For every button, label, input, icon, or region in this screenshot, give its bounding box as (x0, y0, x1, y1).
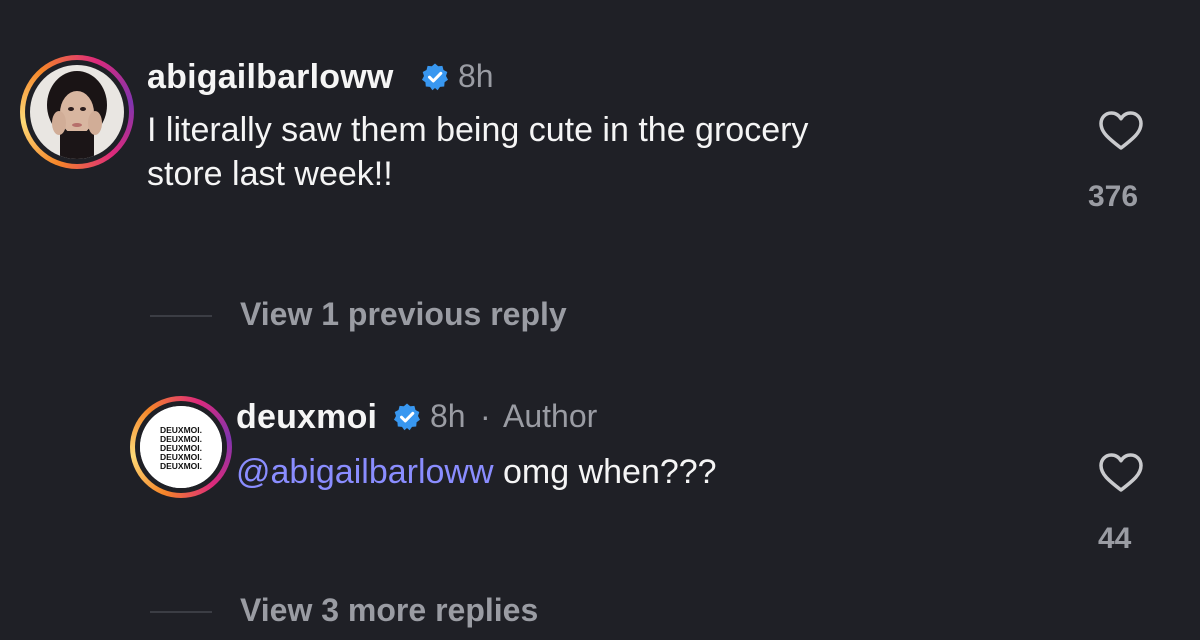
view-previous-reply-link[interactable]: View 1 previous reply (240, 296, 567, 333)
heart-outline-icon[interactable] (1098, 110, 1144, 152)
like-count: 44 (1098, 522, 1132, 555)
verified-badge-icon (394, 403, 420, 431)
reply-divider (150, 611, 212, 613)
avatar-deuxmoi[interactable]: DEUXMOI. DEUXMOI. DEUXMOI. DEUXMOI. DEUX… (130, 396, 232, 498)
comment-username[interactable]: deuxmoi (236, 398, 377, 437)
meta-separator: · (480, 398, 491, 434)
reply-divider (150, 315, 212, 317)
comment-username[interactable]: abigailbarloww (147, 58, 394, 97)
avatar-photo (30, 65, 124, 159)
view-more-replies-link[interactable]: View 3 more replies (240, 592, 538, 629)
comment-text-line-1: I literally saw them being cute in the g… (147, 111, 809, 149)
author-label: Author (503, 398, 598, 434)
avatar-logo: DEUXMOI. DEUXMOI. DEUXMOI. DEUXMOI. DEUX… (140, 406, 222, 488)
avatar-brand-text: DEUXMOI. (160, 461, 202, 471)
comment-text-line-2: store last week!! (147, 155, 393, 193)
comment-text: I literally saw them being cute in the g… (147, 108, 808, 196)
verified-badge-icon (422, 63, 448, 91)
comment-time: 8h (430, 398, 466, 434)
comments-thread: abigailbarloww 8h I literally saw them b… (0, 0, 1200, 640)
comment-text: @abigailbarloww omg when??? (236, 450, 717, 494)
avatar-abigailbarloww[interactable] (20, 55, 134, 169)
heart-outline-icon[interactable] (1098, 452, 1144, 494)
like-count: 376 (1088, 180, 1139, 213)
comment-time: 8h (458, 58, 494, 94)
comment-body: omg when??? (502, 453, 717, 491)
mention-link[interactable]: @abigailbarloww (236, 453, 494, 491)
